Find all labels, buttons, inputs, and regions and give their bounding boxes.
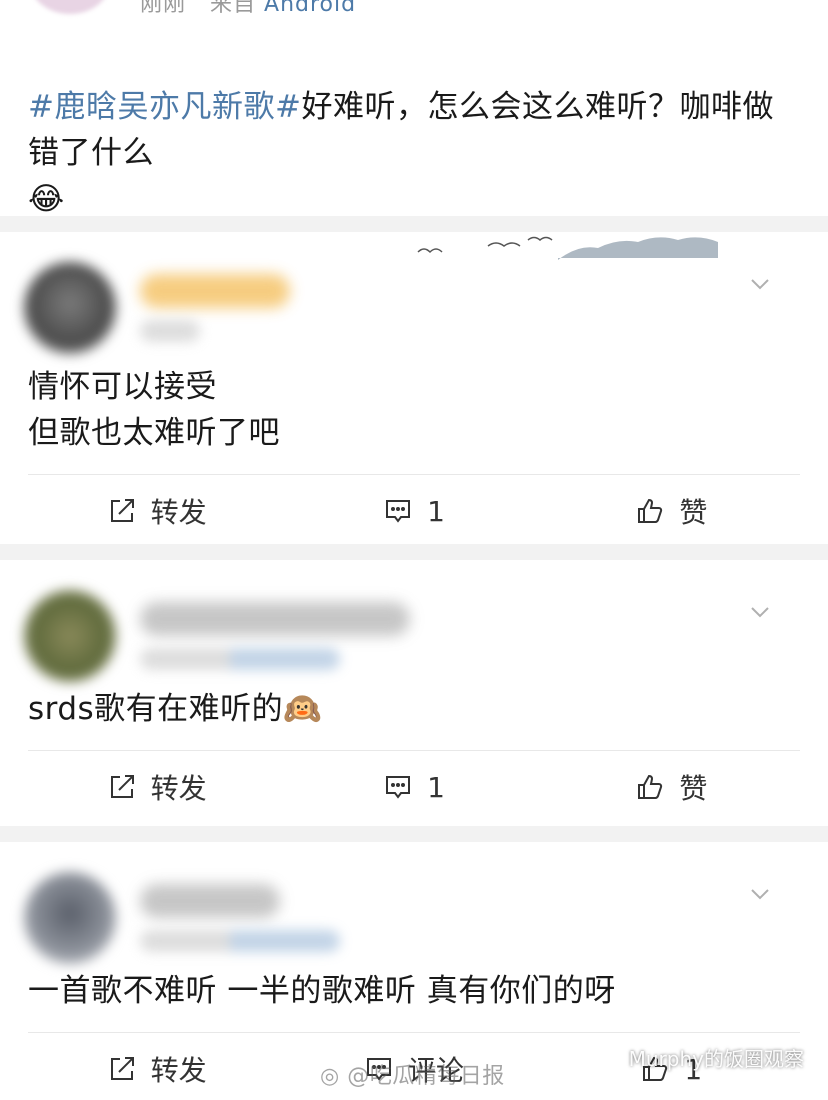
post-header <box>24 842 800 964</box>
action-bar: 转发 1 赞 <box>28 750 800 823</box>
post-content: 情怀可以接受 但歌也太难听了吧 <box>28 369 280 451</box>
action-bar: 转发 1 赞 <box>28 474 800 547</box>
repost-button[interactable]: 转发 <box>28 491 285 531</box>
hashtag-link[interactable]: #鹿晗吴亦凡新歌# <box>28 89 301 125</box>
watermark-author: Murphy的饭圈观察 <box>628 1047 804 1071</box>
comment-count: 1 <box>427 494 445 528</box>
repost-label: 转发 <box>150 1054 207 1087</box>
weibo-watermark: ◎ @吃瓜精每日报 <box>320 1058 505 1090</box>
repost-icon <box>110 1057 134 1080</box>
post-content: srds歌有在难听的🙉 <box>28 691 323 727</box>
post-meta-blurred <box>140 930 340 952</box>
chevron-down-icon[interactable] <box>748 272 772 296</box>
like-label: 赞 <box>679 772 708 805</box>
post-header <box>24 232 800 354</box>
repost-label: 转发 <box>150 772 207 805</box>
chevron-down-icon[interactable] <box>748 882 772 906</box>
repost-icon <box>110 499 134 522</box>
post-meta: 刚刚 来自 Android <box>140 0 356 18</box>
avatar[interactable] <box>24 262 116 354</box>
repost-icon <box>110 775 134 798</box>
comment-icon <box>386 776 411 799</box>
username-blurred[interactable] <box>140 884 280 918</box>
post-time: 刚刚 <box>140 0 187 17</box>
post-content: 一首歌不难听 一半的歌难听 真有你们的呀 <box>28 973 616 1009</box>
comment-icon <box>386 500 411 523</box>
post-source[interactable]: Android <box>264 0 356 17</box>
post-header <box>24 560 800 682</box>
avatar[interactable] <box>24 872 116 964</box>
username-blurred[interactable] <box>140 274 290 308</box>
thumbs-up-icon <box>638 774 663 799</box>
post-card-3: srds歌有在难听的🙉 转发 1 赞 <box>0 560 828 826</box>
like-label: 赞 <box>679 496 708 529</box>
post-card-2: 情怀可以接受 但歌也太难听了吧 转发 1 赞 <box>0 232 828 544</box>
wechat-logo-icon <box>597 1048 622 1066</box>
post-card-1: 刚刚 来自 Android #鹿晗吴亦凡新歌#好难听，怎么会这么难听？咖啡做错了… <box>0 0 828 295</box>
post-meta-blurred <box>140 320 200 342</box>
avatar[interactable] <box>24 590 116 682</box>
repost-label: 转发 <box>150 496 207 529</box>
laughing-crying-emoji: 😂 <box>28 181 65 217</box>
comment-button[interactable]: 1 <box>285 771 542 804</box>
comment-count: 1 <box>427 770 445 804</box>
username-blurred[interactable] <box>140 602 410 636</box>
post-from: 来自 <box>210 0 257 17</box>
wechat-watermark: Murphy的饭圈观察 <box>597 1043 804 1072</box>
like-button[interactable]: 赞 <box>543 491 800 531</box>
weibo-comment-feed: 刚刚 来自 Android #鹿晗吴亦凡新歌#好难听，怎么会这么难听？咖啡做错了… <box>0 0 828 1100</box>
like-button[interactable]: 赞 <box>543 767 800 807</box>
repost-button[interactable]: 转发 <box>28 1049 285 1089</box>
thumbs-up-icon <box>638 498 663 523</box>
chevron-down-icon[interactable] <box>748 600 772 624</box>
weibo-logo-icon: ◎ <box>320 1064 340 1089</box>
watermark-text: @吃瓜精每日报 <box>347 1064 505 1089</box>
repost-button[interactable]: 转发 <box>28 767 285 807</box>
post-content: #鹿晗吴亦凡新歌#好难听，怎么会这么难听？咖啡做错了什么 😂 <box>28 0 800 240</box>
post-meta-blurred <box>140 648 340 670</box>
comment-button[interactable]: 1 <box>285 495 542 528</box>
